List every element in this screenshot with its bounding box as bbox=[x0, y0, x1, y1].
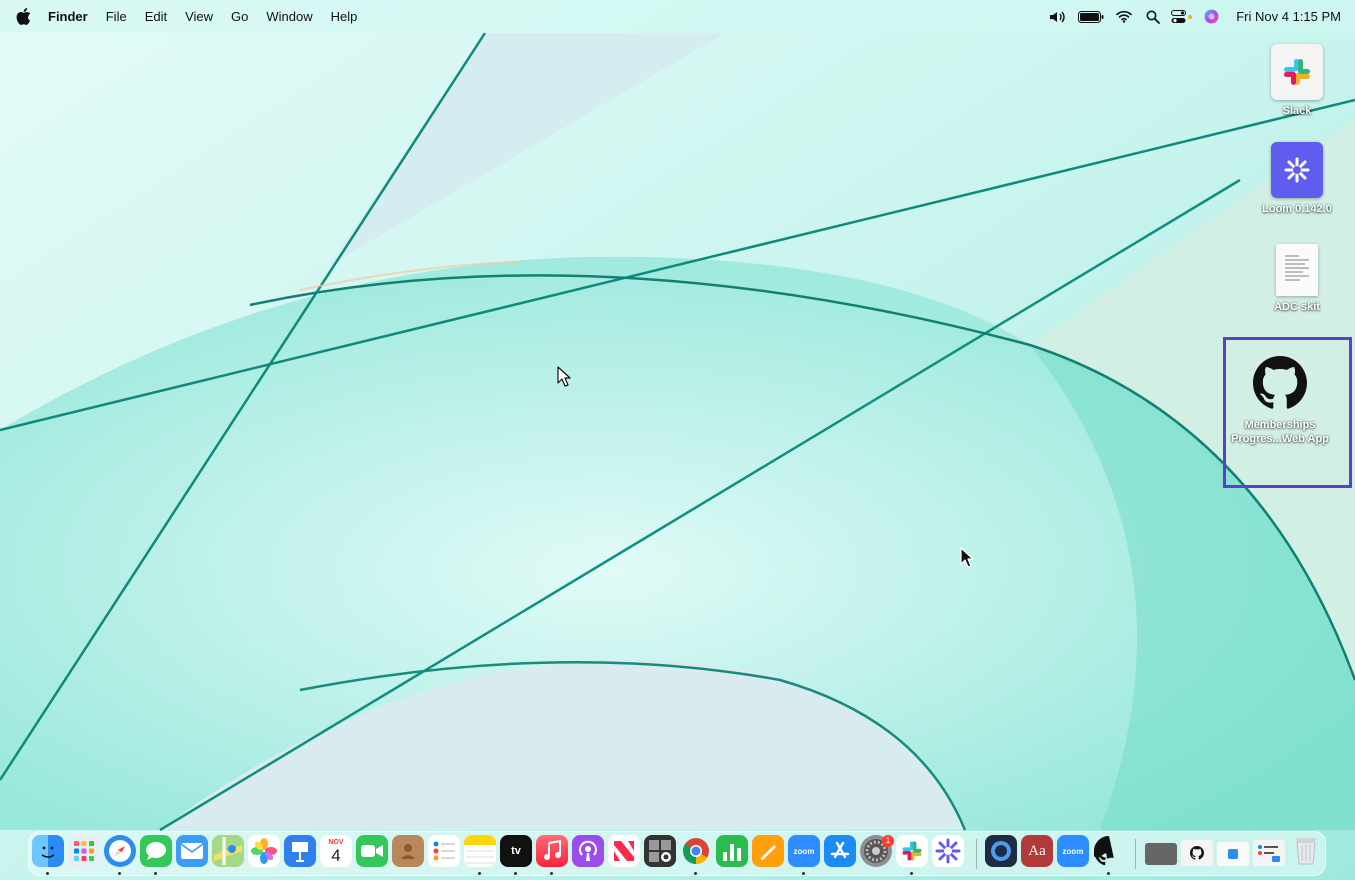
desktop-icon-loom[interactable]: Loom 0.142.0 bbox=[1247, 142, 1347, 216]
spotlight-icon[interactable] bbox=[1140, 0, 1166, 33]
screenshot-stack-icon[interactable] bbox=[1145, 843, 1177, 865]
desktop-icon-label-line2: Progres...Web App bbox=[1231, 433, 1329, 445]
reminders-icon[interactable] bbox=[428, 835, 460, 867]
desktop-wallpaper bbox=[0, 0, 1355, 880]
news-icon[interactable] bbox=[608, 835, 640, 867]
apple-icon[interactable] bbox=[13, 7, 33, 27]
apple-tv-icon[interactable]: tv bbox=[500, 835, 532, 867]
music-icon[interactable] bbox=[536, 835, 568, 867]
mouse-cursor-icon bbox=[557, 366, 571, 387]
menu-window[interactable]: Window bbox=[257, 0, 321, 33]
desktop-icon-label: Slack bbox=[1282, 105, 1312, 117]
running-indicator bbox=[514, 872, 517, 875]
menu-app-name[interactable]: Finder bbox=[39, 0, 97, 33]
running-indicator bbox=[154, 872, 157, 875]
menu-edit[interactable]: Edit bbox=[136, 0, 176, 33]
menu-help[interactable]: Help bbox=[322, 0, 367, 33]
loom-dock-icon[interactable] bbox=[932, 835, 964, 867]
dock-separator bbox=[976, 839, 977, 869]
maps-icon[interactable] bbox=[212, 835, 244, 867]
menu-view[interactable]: View bbox=[176, 0, 222, 33]
dictionary-icon[interactable]: Aa bbox=[1021, 835, 1053, 867]
desktop-icon-slack[interactable]: Slack bbox=[1247, 44, 1347, 118]
photos-icon[interactable] bbox=[248, 835, 280, 867]
calendar-day: 4 bbox=[331, 845, 341, 865]
downloads-stack-icon[interactable] bbox=[1217, 842, 1249, 866]
photo-booth-icon[interactable] bbox=[644, 835, 676, 867]
menu-bar: Finder File Edit View Go Window Help Fri… bbox=[0, 0, 1355, 33]
launchpad-icon[interactable] bbox=[68, 835, 100, 867]
proxyman-icon[interactable] bbox=[985, 835, 1017, 867]
control-center-icon[interactable] bbox=[1169, 0, 1195, 33]
keynote-icon[interactable] bbox=[284, 835, 316, 867]
running-indicator bbox=[694, 872, 697, 875]
desktop-icon-label: ADC skit bbox=[1274, 301, 1320, 313]
document-icon bbox=[1276, 244, 1318, 296]
pages-icon[interactable] bbox=[752, 835, 784, 867]
desktop-icon-adc-skit[interactable]: ADC skit bbox=[1247, 244, 1347, 314]
running-indicator bbox=[910, 872, 913, 875]
running-indicator bbox=[550, 872, 553, 875]
desktop-icon-memberships[interactable]: Memberships Progres...Web App bbox=[1230, 355, 1330, 446]
mouse-cursor-icon bbox=[960, 547, 974, 568]
menu-clock[interactable]: Fri Nov 4 1:15 PM bbox=[1236, 9, 1341, 24]
trash-icon[interactable] bbox=[1290, 835, 1322, 867]
contacts-icon[interactable] bbox=[392, 835, 424, 867]
zoom-icon[interactable]: zoom bbox=[788, 835, 820, 867]
notes-icon[interactable] bbox=[464, 835, 496, 867]
app-store-icon[interactable] bbox=[824, 835, 856, 867]
slack-icon bbox=[1271, 44, 1323, 100]
mail-icon[interactable] bbox=[176, 835, 208, 867]
slack-dock-icon[interactable] bbox=[896, 835, 928, 867]
recents-stack-icon[interactable] bbox=[1253, 840, 1285, 866]
calendar-icon[interactable]: NOV 4 bbox=[320, 835, 352, 867]
podcasts-icon[interactable] bbox=[572, 835, 604, 867]
loom-icon bbox=[1271, 142, 1323, 198]
safari-icon[interactable] bbox=[104, 835, 136, 867]
menu-go[interactable]: Go bbox=[222, 0, 257, 33]
github-icon bbox=[1252, 355, 1308, 411]
dock-separator-2 bbox=[1135, 839, 1136, 869]
sysprefs-badge: 1 bbox=[882, 835, 894, 847]
desktop-icon-label: Loom 0.142.0 bbox=[1262, 203, 1332, 215]
messages-icon[interactable] bbox=[140, 835, 172, 867]
numbers-icon[interactable] bbox=[716, 835, 748, 867]
zoom-2-label: zoom bbox=[1062, 846, 1084, 856]
running-indicator bbox=[478, 872, 481, 875]
volume-icon[interactable] bbox=[1045, 0, 1071, 33]
running-indicator bbox=[46, 872, 49, 875]
desktop-icon-label-line1: Memberships bbox=[1244, 419, 1316, 431]
chrome-icon[interactable] bbox=[680, 835, 712, 867]
dictionary-label: Aa bbox=[1028, 842, 1046, 859]
menu-file[interactable]: File bbox=[97, 0, 136, 33]
documents-stack-icon[interactable] bbox=[1181, 840, 1213, 866]
running-indicator bbox=[118, 872, 121, 875]
running-indicator bbox=[802, 872, 805, 875]
zoom-2-icon[interactable]: zoom bbox=[1057, 835, 1089, 867]
wifi-icon[interactable] bbox=[1111, 0, 1137, 33]
zoom-label: zoom bbox=[793, 846, 815, 856]
siri-icon[interactable] bbox=[1198, 0, 1224, 33]
battery-icon[interactable] bbox=[1074, 0, 1108, 33]
facetime-icon[interactable] bbox=[356, 835, 388, 867]
apple-tv-label: tv bbox=[511, 845, 521, 857]
finder-icon[interactable] bbox=[32, 835, 64, 867]
github-desktop-icon[interactable] bbox=[1093, 835, 1125, 867]
running-indicator bbox=[1107, 872, 1110, 875]
